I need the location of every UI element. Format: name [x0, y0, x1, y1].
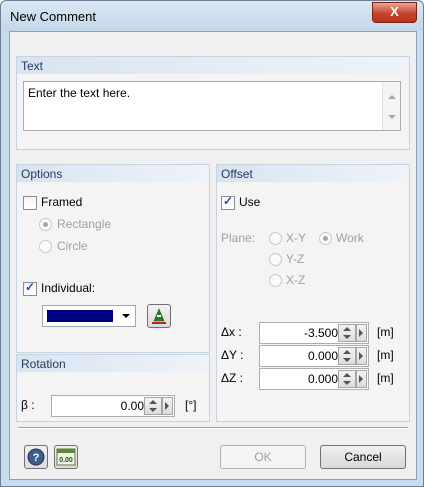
dx-label: Δx : [221, 325, 242, 339]
title-bar[interactable]: New Comment X [1, 1, 423, 31]
dy-label: ΔY : [221, 348, 244, 362]
scroll-down-icon[interactable] [388, 115, 396, 119]
work-radio[interactable] [319, 232, 332, 245]
font-color-button[interactable] [147, 304, 171, 328]
text-group-title: Text [21, 59, 44, 73]
color-swatch [47, 310, 113, 322]
plane-label: Plane: [221, 231, 256, 245]
scroll-up-icon[interactable] [388, 95, 396, 99]
framed-checkbox[interactable] [23, 196, 37, 210]
xy-label: X-Y [286, 231, 307, 245]
work-label: Work [336, 231, 364, 245]
dy-value: 0.000 [307, 349, 338, 363]
dy-unit: [m] [377, 348, 394, 362]
units-icon-text: 0.00 [59, 457, 73, 464]
rectangle-radio[interactable] [39, 218, 52, 231]
rectangle-label: Rectangle [57, 217, 112, 231]
dx-pick[interactable] [356, 324, 367, 342]
svg-text:?: ? [33, 452, 40, 464]
options-group-title: Options [21, 167, 63, 181]
dx-unit: [m] [377, 325, 394, 339]
units-icon: 0.00 [56, 448, 76, 466]
new-comment-dialog: New Comment X Text Enter the text here. … [0, 0, 424, 487]
dz-value: 0.000 [307, 372, 338, 386]
dialog-body: Text Enter the text here. Options Framed… [9, 31, 417, 480]
dy-updown[interactable] [338, 347, 356, 365]
xz-label: X-Z [286, 273, 306, 287]
color-dropdown[interactable] [42, 305, 136, 327]
dz-updown[interactable] [338, 370, 356, 388]
font-color-icon [152, 308, 166, 324]
dz-spinner[interactable]: 0.000 [259, 368, 369, 390]
text-group: Text Enter the text here. [16, 56, 410, 150]
dx-updown[interactable] [338, 324, 356, 342]
use-label: Use [239, 195, 261, 209]
yz-radio[interactable] [269, 253, 282, 266]
beta-unit: [°] [185, 398, 197, 412]
help-icon: ? [27, 448, 45, 466]
dz-unit: [m] [377, 371, 394, 385]
beta-label: β : [21, 398, 35, 412]
rotation-group: Rotation β : 0.00 [°] [16, 354, 210, 422]
rotation-group-title: Rotation [21, 357, 66, 371]
dz-pick[interactable] [356, 370, 367, 388]
dx-value: -3.500 [303, 326, 338, 340]
beta-spinner[interactable]: 0.00 [51, 395, 175, 417]
circle-radio[interactable] [39, 240, 52, 253]
individual-checkbox[interactable] [23, 280, 37, 296]
individual-label: Individual: [41, 281, 96, 295]
comment-text-value: Enter the text here. [28, 86, 131, 100]
yz-label: Y-Z [286, 252, 305, 266]
close-button[interactable]: X [372, 2, 417, 23]
footer-separator [18, 427, 408, 429]
dz-label: ΔZ : [221, 371, 244, 385]
xz-radio[interactable] [269, 274, 282, 287]
dx-spinner[interactable]: -3.500 [259, 322, 369, 344]
offset-group-title: Offset [221, 167, 253, 181]
circle-label: Circle [57, 239, 88, 253]
cancel-button[interactable]: Cancel [320, 445, 406, 469]
ok-button[interactable]: OK [220, 445, 306, 469]
beta-pick[interactable] [162, 397, 173, 415]
text-scrollbar[interactable] [382, 82, 400, 130]
dy-spinner[interactable]: 0.000 [259, 345, 369, 367]
help-button[interactable]: ? [24, 445, 48, 469]
use-checkbox[interactable] [221, 194, 235, 210]
units-button[interactable]: 0.00 [54, 445, 78, 469]
framed-label: Framed [41, 195, 83, 209]
beta-updown[interactable] [144, 397, 162, 415]
options-group: Options Framed Rectangle Circle Individu… [16, 164, 210, 353]
chevron-down-icon [122, 314, 130, 318]
offset-group: Offset Use Plane: X-Y Work Y-Z X-Z Δx : … [216, 164, 410, 422]
xy-radio[interactable] [269, 232, 282, 245]
dy-pick[interactable] [356, 347, 367, 365]
window-title: New Comment [10, 9, 96, 24]
beta-value: 0.00 [120, 399, 144, 413]
comment-text-input[interactable]: Enter the text here. [23, 81, 401, 131]
